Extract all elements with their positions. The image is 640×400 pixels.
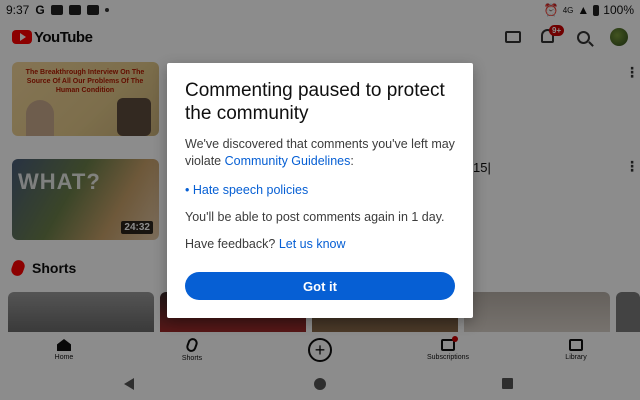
- commenting-paused-dialog: Commenting paused to protect the communi…: [167, 63, 473, 318]
- let-us-know-link[interactable]: Let us know: [279, 237, 346, 251]
- dialog-body: We've discovered that comments you've le…: [185, 136, 455, 170]
- resume-info-text: You'll be able to post comments again in…: [185, 210, 445, 224]
- community-guidelines-link[interactable]: Community Guidelines: [225, 154, 351, 168]
- feedback-row: Have feedback? Let us know: [185, 237, 455, 251]
- app-screen: 9:37 G ⏰ 4G ▲ 100% YouTube 9+ The Breakt…: [0, 0, 640, 400]
- dialog-body-end: :: [350, 154, 354, 168]
- got-it-button[interactable]: Got it: [185, 272, 455, 300]
- dialog-title: Commenting paused to protect the communi…: [185, 80, 445, 124]
- feedback-text: Have feedback?: [185, 237, 279, 251]
- hate-speech-policies-link[interactable]: • Hate speech policies: [185, 183, 455, 197]
